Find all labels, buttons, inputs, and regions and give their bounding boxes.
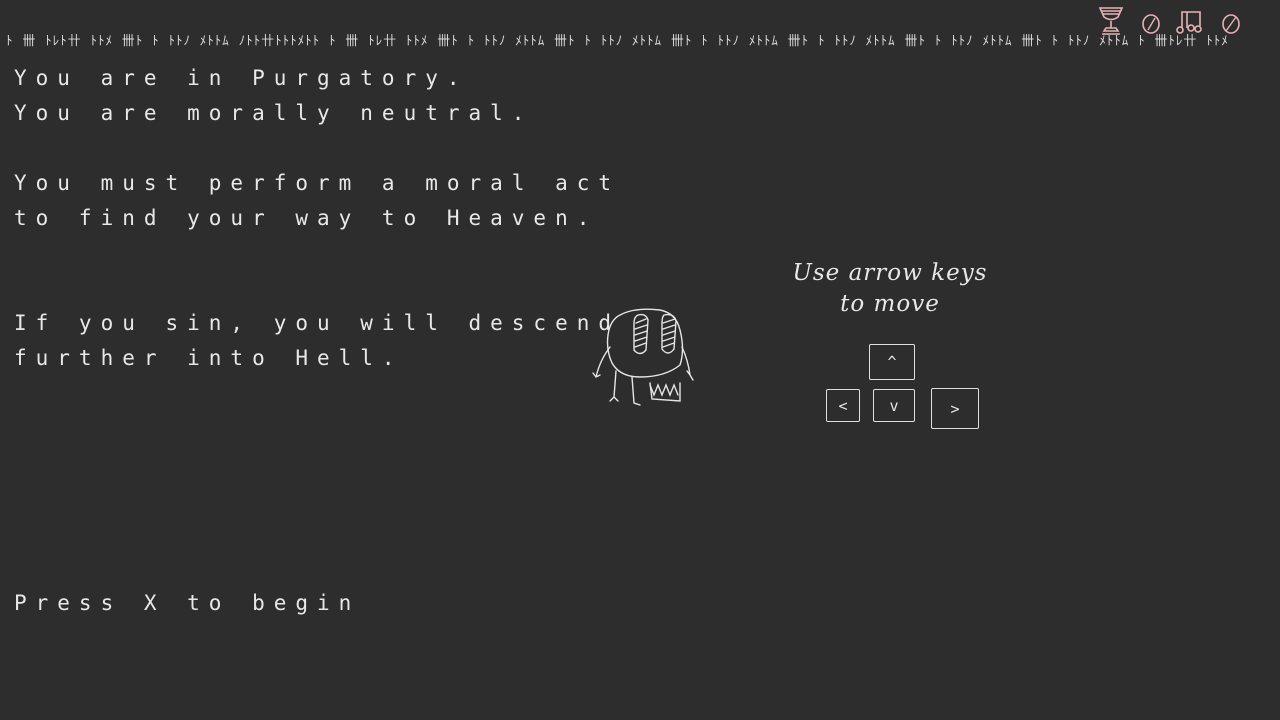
- player-creature: [590, 305, 700, 414]
- intro-warning-line1: If you sin, you will descend: [14, 311, 621, 335]
- sound-icon[interactable]: [1220, 10, 1242, 36]
- right-arrow-key[interactable]: >: [931, 388, 979, 429]
- controls-hint-line2: to move: [840, 291, 940, 317]
- intro-morality: You are morally neutral.: [14, 101, 534, 125]
- down-arrow-key[interactable]: v: [873, 389, 915, 422]
- hud-icons: [1096, 4, 1242, 36]
- controls-hint-line1: Use arrow keys: [792, 260, 988, 286]
- intro-goal-line2: to find your way to Heaven.: [14, 206, 599, 230]
- start-prompt[interactable]: Press X to begin: [14, 591, 360, 615]
- coin-icon[interactable]: [1140, 10, 1162, 36]
- intro-goal-line1: You must perform a moral act: [14, 171, 621, 195]
- tally-strip: ﾄ 卌 ﾄﾚﾄ卄 ﾄﾄﾒ 卌ﾄ ﾄ ﾄﾄﾉ ﾒﾄﾄﾑ ﾉﾄﾄ卄ﾄﾄﾄﾒﾄﾄ ﾄ …: [6, 34, 1229, 49]
- controls-hint: Use arrow keys to move: [780, 258, 1000, 320]
- up-arrow-key[interactable]: ^: [869, 344, 915, 380]
- intro-warning-line2: further into Hell.: [14, 346, 404, 370]
- music-icon[interactable]: [1176, 8, 1206, 36]
- left-arrow-key[interactable]: <: [826, 389, 860, 422]
- trophy-icon[interactable]: [1096, 4, 1126, 36]
- intro-location: You are in Purgatory.: [14, 66, 469, 90]
